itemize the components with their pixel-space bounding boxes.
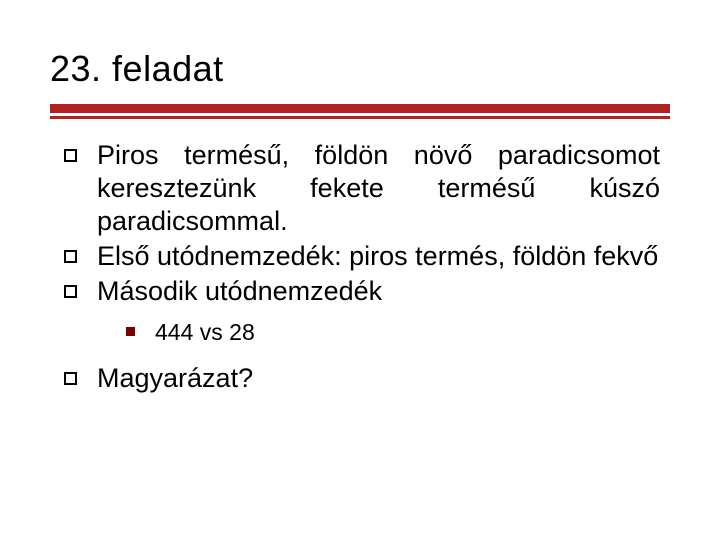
square-outline-icon — [64, 285, 77, 298]
subbullet-text: 444 vs 28 — [155, 318, 255, 347]
rule-thick — [50, 104, 670, 113]
bullet-text: Első utódnemzedék: piros termés, földön … — [97, 240, 660, 273]
title-underline — [50, 104, 670, 119]
rule-thin — [50, 116, 670, 119]
bullet-text: Második utódnemzedék — [97, 275, 660, 308]
square-outline-icon — [64, 372, 77, 385]
square-outline-icon — [64, 149, 77, 162]
list-item: Első utódnemzedék: piros termés, földön … — [64, 240, 660, 273]
slide-title: 23. feladat — [50, 48, 670, 90]
list-item: Piros termésű, földön növő paradicsomot … — [64, 139, 660, 238]
bullet-text: Magyarázat? — [97, 362, 660, 395]
bullet-text: Piros termésű, földön növő paradicsomot … — [97, 139, 660, 238]
content-area: Piros termésű, földön növő paradicsomot … — [50, 139, 670, 395]
list-item: Második utódnemzedék — [64, 275, 660, 308]
square-outline-icon — [64, 250, 77, 263]
slide: 23. feladat Piros termésű, földön növő p… — [0, 0, 720, 540]
square-filled-icon — [126, 327, 135, 336]
list-item: Magyarázat? — [64, 362, 660, 395]
list-subitem: 444 vs 28 — [126, 318, 660, 347]
